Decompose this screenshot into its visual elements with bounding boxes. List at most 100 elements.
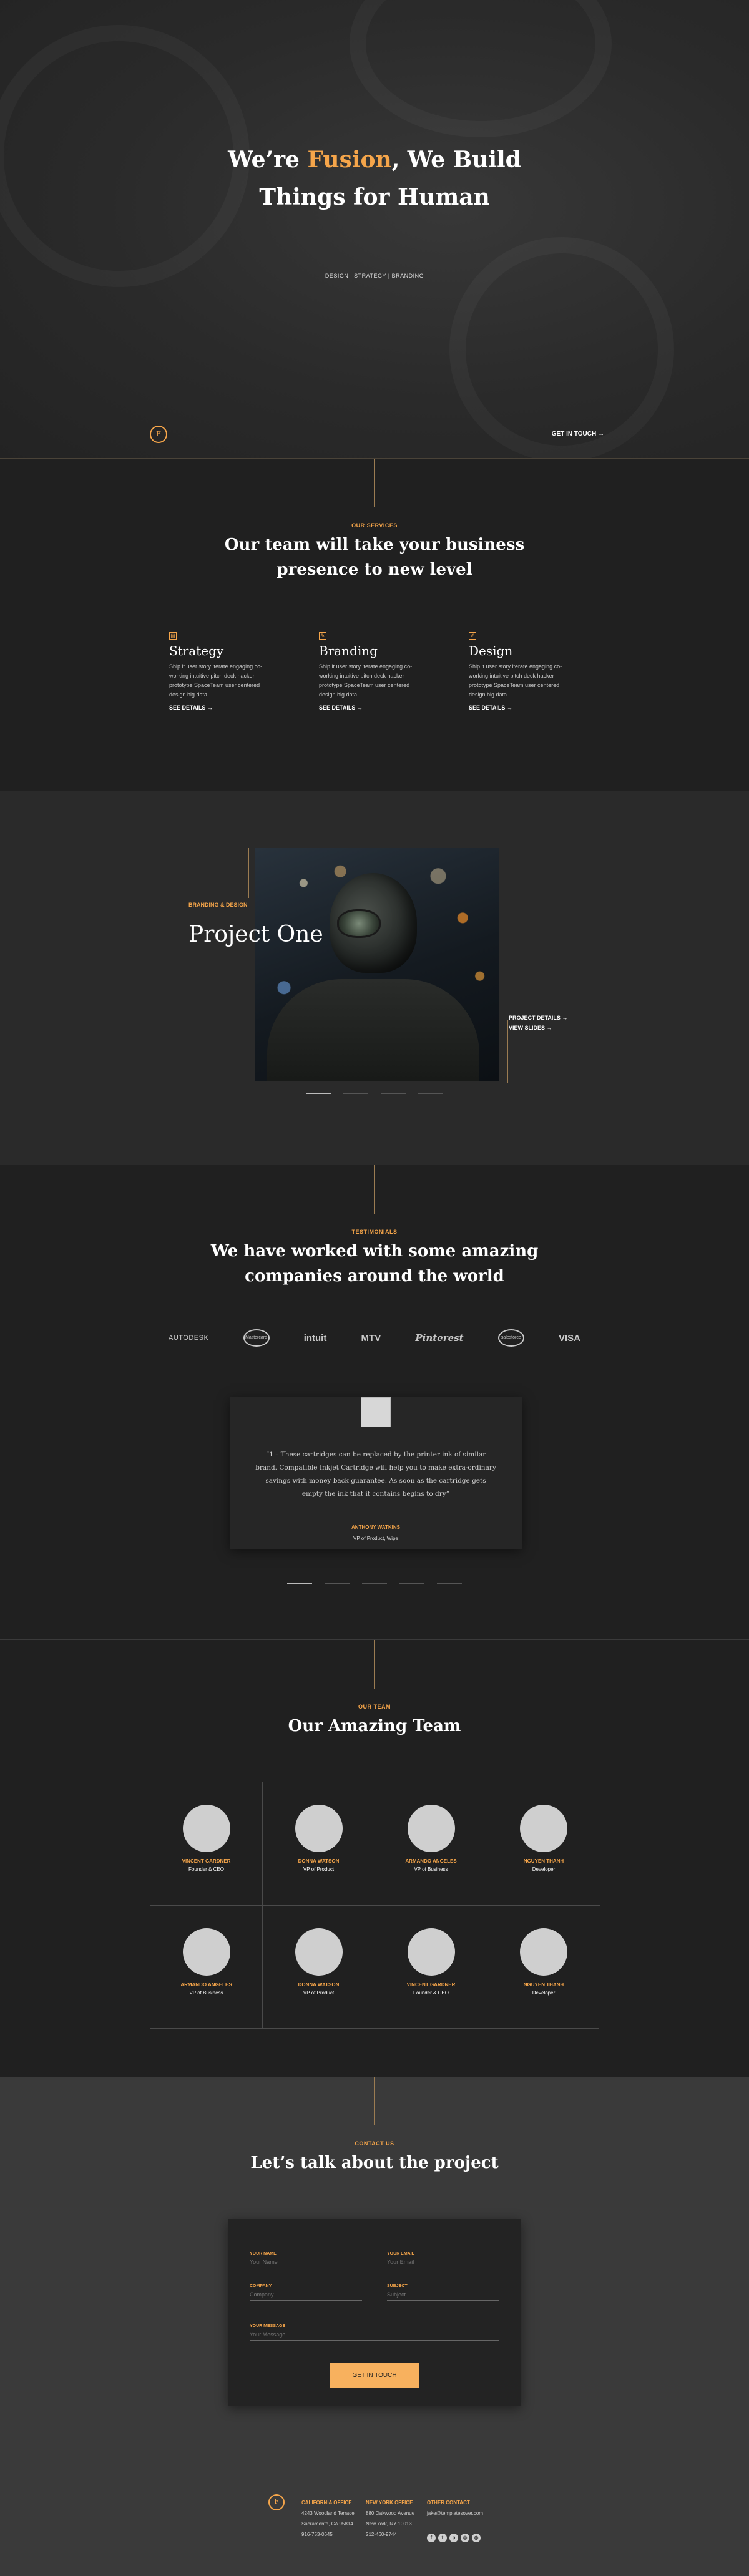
contact-title: Let’s talk about the project [250, 2154, 499, 2172]
team-member[interactable]: NGUYEN THANH Developer [487, 1782, 600, 1906]
service-text: Ship it user story iterate engaging co-w… [469, 663, 562, 698]
footer-heading: OTHER CONTACT [427, 2500, 470, 2505]
hero-title: We’re Fusion, We Build Things for Human [187, 141, 562, 216]
footer-line: 916-753-0645 [301, 2532, 333, 2537]
team-member[interactable]: NGUYEN THANH Developer [487, 1906, 600, 2029]
project-section: BRANDING & DESIGN Project One PROJECT DE… [0, 791, 749, 1165]
testimonial-pagination [0, 1583, 749, 1584]
submit-button[interactable]: GET IN TOUCH [330, 2363, 419, 2388]
slider-dot[interactable] [362, 1583, 387, 1584]
slider-dot[interactable] [343, 1093, 368, 1094]
client-logos: AUTODESK Mastercard intuit MTV Pinterest… [169, 1329, 580, 1347]
view-slides-link[interactable]: VIEW SLIDES → [509, 1023, 567, 1033]
team-member[interactable]: VINCENT GARDNER Founder & CEO [375, 1906, 487, 2029]
project-image[interactable] [255, 848, 499, 1081]
avatar [295, 1928, 343, 1976]
client-logo-intuit: intuit [303, 1332, 327, 1344]
slider-dot[interactable] [418, 1093, 443, 1094]
contact-eyebrow: CONTACT US [355, 2140, 394, 2147]
footer-logo-icon[interactable]: F [268, 2494, 285, 2510]
team-title: Our Amazing Team [288, 1717, 461, 1735]
client-logo-visa: VISA [558, 1332, 580, 1344]
logo-icon[interactable]: F [150, 426, 167, 443]
footer-line: 880 Oakwood Avenue [366, 2510, 415, 2516]
testimonial-quote: “1 – These cartridges can be replaced by… [255, 1451, 496, 1498]
slider-dot[interactable] [306, 1093, 331, 1094]
client-logo-mastercard: Mastercard [243, 1329, 270, 1347]
avatar [520, 1928, 567, 1976]
service-title: Design [469, 643, 513, 658]
project-category: BRANDING & DESIGN [188, 902, 248, 908]
see-details-link[interactable]: SEE DETAILS → [169, 705, 275, 711]
slider-dot[interactable] [399, 1583, 424, 1584]
team-member[interactable]: ARMANDO ANGELES VP of Business [150, 1906, 263, 2029]
member-role: VP of Business [189, 1990, 223, 1996]
see-details-link[interactable]: SEE DETAILS → [319, 705, 425, 711]
project-details-link[interactable]: PROJECT DETAILS → [509, 1013, 567, 1023]
member-name: NGUYEN THANH [523, 1982, 564, 1988]
team-member[interactable]: VINCENT GARDNER Founder & CEO [150, 1782, 263, 1906]
hero-tags: DESIGN | STRATEGY | BRANDING [325, 273, 424, 279]
message-field: YOUR MESSAGE [250, 2324, 499, 2341]
avatar [407, 1805, 455, 1852]
slider-pagination [0, 1093, 749, 1094]
field-label: SUBJECT [387, 2284, 408, 2288]
pinterest-icon[interactable]: p [449, 2534, 458, 2542]
name-field: YOUR NAME [250, 2252, 362, 2268]
member-role: Founder & CEO [413, 1990, 449, 1996]
hero-title-post: , We Build [391, 147, 521, 173]
testimonial-role: VP of Product, Wipe [353, 1536, 398, 1541]
service-text: Ship it user story iterate engaging co-w… [319, 663, 413, 698]
client-logo-pinterest: Pinterest [415, 1332, 464, 1344]
slider-dot[interactable] [287, 1583, 312, 1584]
member-name: ARMANDO ANGELES [405, 1858, 457, 1864]
twitter-icon[interactable]: t [438, 2534, 447, 2542]
team-member[interactable]: DONNA WATSON VP of Product [263, 1906, 375, 2029]
service-title: Branding [319, 643, 378, 658]
team-eyebrow: OUR TEAM [358, 1704, 391, 1710]
avatar [182, 1928, 230, 1976]
facebook-icon[interactable]: f [427, 2534, 436, 2542]
footer-other: OTHER CONTACT jake@templatesover.com [427, 2497, 483, 2519]
services-title: Our team will take your business presenc… [224, 535, 525, 579]
avatar [361, 1397, 391, 1427]
see-details-link[interactable]: SEE DETAILS → [469, 705, 575, 711]
company-input[interactable] [250, 2289, 362, 2301]
team-member[interactable]: DONNA WATSON VP of Product [263, 1782, 375, 1906]
dribbble-icon[interactable]: ◍ [472, 2534, 481, 2542]
contact-form: YOUR NAME YOUR EMAIL COMPANY SUBJECT YOU… [228, 2219, 521, 2406]
hero-title-line2: Things for Human [259, 184, 490, 210]
footer-email-link[interactable]: jake@templatesover.com [427, 2508, 483, 2519]
testimonials-eyebrow: TESTIMONIALS [351, 1229, 398, 1235]
avatar [295, 1805, 343, 1852]
team-member[interactable]: ARMANDO ANGELES VP of Business [375, 1782, 487, 1906]
get-in-touch-link[interactable]: GET IN TOUCH → [542, 431, 604, 437]
testimonials-section: TESTIMONIALS We have worked with some am… [0, 1165, 749, 1640]
email-input[interactable] [387, 2256, 499, 2268]
subject-input[interactable] [387, 2289, 499, 2301]
slider-dot[interactable] [437, 1583, 462, 1584]
instagram-icon[interactable]: ◎ [461, 2534, 469, 2542]
member-name: DONNA WATSON [298, 1858, 340, 1864]
hero-section: We’re Fusion, We Build Things for Human … [0, 0, 749, 459]
client-logo-salesforce: salesforce [497, 1329, 524, 1347]
divider-line [248, 848, 249, 898]
member-role: VP of Product [303, 1866, 335, 1872]
project-image-visor [337, 909, 381, 938]
message-input[interactable] [250, 2329, 499, 2341]
member-role: VP of Product [303, 1990, 335, 1996]
footer-line: Sacramento, CA 95814 [301, 2521, 353, 2527]
member-name: NGUYEN THANH [523, 1858, 564, 1864]
avatar [520, 1805, 567, 1852]
member-role: Founder & CEO [188, 1866, 224, 1872]
field-label: COMPANY [250, 2284, 272, 2288]
slider-dot[interactable] [325, 1583, 350, 1584]
service-title: Strategy [169, 643, 224, 658]
branding-icon: ✎ [319, 632, 326, 640]
field-label: YOUR NAME [250, 2252, 277, 2256]
footer-line: New York, NY 10013 [366, 2521, 412, 2527]
name-input[interactable] [250, 2256, 362, 2268]
service-text: Ship it user story iterate engaging co-w… [169, 663, 263, 698]
footer-california: CALIFORNIA OFFICE 4243 Woodland Terrace … [301, 2497, 355, 2540]
slider-dot[interactable] [381, 1093, 406, 1094]
